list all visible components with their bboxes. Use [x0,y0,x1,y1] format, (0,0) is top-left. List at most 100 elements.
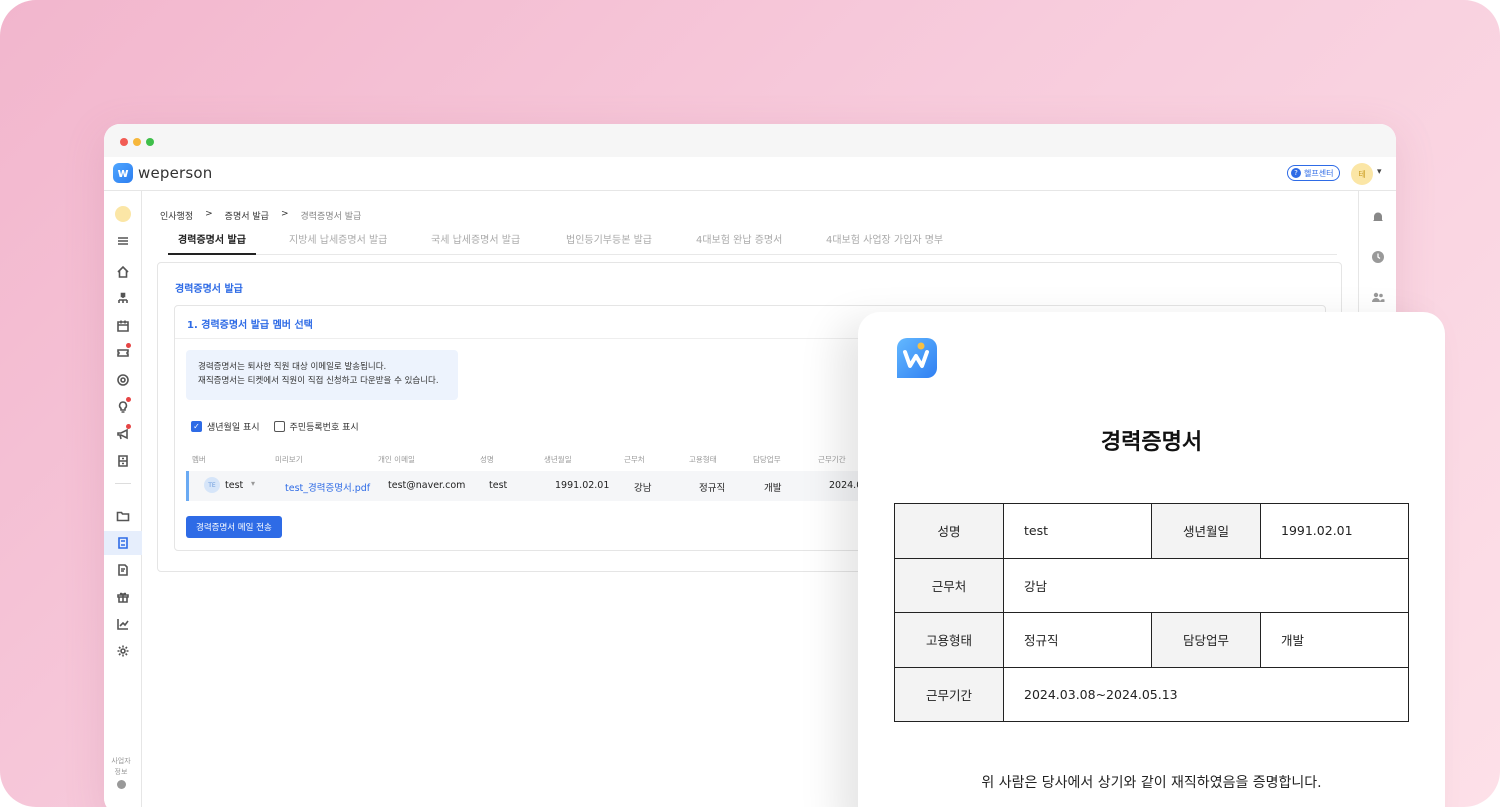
column-header: 근무기간 [818,455,846,464]
column-header: 담당업무 [753,455,781,464]
tab-career-certificate[interactable]: 경력증명서 발급 [168,231,256,255]
value-duty: 개발 [1260,612,1409,668]
checkbox-checked-icon: ✓ [191,421,202,432]
send-career-mail-button[interactable]: 경력증명서 메일 전송 [186,516,282,538]
calendar-clock-icon[interactable] [114,317,132,335]
value-name: test [1003,503,1152,559]
lightbulb-icon[interactable] [114,397,132,416]
target-icon[interactable] [114,371,132,389]
tab-national-tax-certificate[interactable]: 국세 납세증명서 발급 [431,231,520,255]
member-name: test [225,480,244,491]
column-header: 미리보기 [275,455,303,464]
chart-line-icon[interactable] [114,615,132,633]
table-row[interactable]: TE test ▾ test_경력증명서.pdf test@naver.com … [186,471,886,501]
sidebar-divider [115,483,131,484]
tab-insurance-member-list[interactable]: 4대보험 사업장 가입자 명부 [826,231,943,255]
certificate-title: 경력증명서 [1100,430,1203,455]
gift-icon[interactable] [114,588,132,606]
chevron-down-icon[interactable]: ▾ [251,479,255,488]
table-header: 멤버 미리보기 개인 이메일 성명 생년월일 근무처 고용형태 담당업무 근무기… [186,454,886,468]
tab-corporate-registry[interactable]: 법인등기부등본 발급 [566,231,652,255]
weperson-logo-icon [897,338,937,378]
question-icon: ? [1291,168,1301,178]
preview-pdf-link[interactable]: test_경력증명서.pdf [285,480,370,494]
column-header: 생년월일 [544,455,572,464]
business-info-label-1: 사업자 [111,757,131,765]
notification-dot [126,343,131,348]
bell-icon[interactable] [1371,209,1385,223]
value-employment: 정규직 [1003,612,1152,668]
employment-type: 정규직 [699,483,726,494]
tab-bar: 경력증명서 발급 지방세 납세증명서 발급 국세 납세증명서 발급 법인등기부등… [168,231,1337,255]
breadcrumb-item[interactable]: 인사행정 [160,209,193,222]
business-info-link[interactable]: 사업자 정보 [110,756,132,789]
breadcrumb-separator: > [205,209,213,219]
label-duty: 담당업무 [1151,612,1261,668]
value-workplace: 강남 [1003,557,1409,613]
column-header: 멤버 [192,455,206,464]
company-avatar-icon[interactable] [114,205,132,223]
career-certificate-preview: 경력증명서 성명 test 생년월일 1991.02.01 근무처 강남 고용형… [858,312,1445,807]
top-header: w weperson ? 헬프센터 테 ▾ [104,157,1396,191]
checkbox-empty-icon [273,421,285,432]
duty: 개발 [764,483,782,494]
panel-title: 경력증명서 발급 [175,284,243,295]
notification-dot [126,424,131,429]
logo-icon: w [113,163,133,183]
help-center-button[interactable]: ? 헬프센터 [1287,165,1341,181]
gear-icon[interactable] [114,642,132,660]
home-icon[interactable] [114,263,132,281]
label-workplace: 근무처 [894,557,1004,613]
window-titlebar [104,124,1396,157]
column-header: 성명 [480,455,494,464]
column-header: 고용형태 [689,455,717,464]
member-avatar: TE [204,477,220,493]
certificate-icon[interactable] [114,534,132,552]
checkbox-label: 생년월일 표시 [207,423,260,433]
notice-line: 경력증명서는 퇴사한 직원 대상 이메일로 발송됩니다. [198,362,387,372]
business-info-label-2: 정보 [114,768,128,776]
help-center-label: 헬프센터 [1304,168,1334,178]
org-chart-icon[interactable] [114,290,132,308]
document-edit-icon[interactable] [114,561,132,579]
tab-insurance-payment[interactable]: 4대보험 완납 증명서 [696,231,782,255]
maximize-window-button[interactable] [146,138,154,146]
users-icon[interactable] [1371,289,1385,303]
left-sidebar: 사업자 정보 [104,191,142,807]
minimize-window-button[interactable] [133,138,141,146]
notice-box: 경력증명서는 퇴사한 직원 대상 이메일로 발송됩니다. 재직증명서는 티켓에서… [186,350,458,400]
clock-icon[interactable] [1371,249,1385,263]
close-window-button[interactable] [120,138,128,146]
certificate-table: 성명 test 생년월일 1991.02.01 근무처 강남 고용형태 정규직 … [894,503,1409,722]
breadcrumb-item[interactable]: 증명서 발급 [225,209,269,222]
info-icon [116,780,126,789]
show-birthdate-checkbox[interactable]: ✓ 생년월일 표시 [191,420,260,433]
value-period: 2024.03.08~2024.05.13 [1003,666,1409,722]
menu-icon[interactable] [114,232,132,250]
checkbox-label: 주민등록번호 표시 [289,423,359,433]
breadcrumb-current: 경력증명서 발급 [300,212,362,222]
megaphone-icon[interactable] [114,424,132,443]
employee-name: test [489,480,508,491]
label-employment: 고용형태 [894,612,1004,668]
label-name: 성명 [894,503,1004,559]
background: w weperson ? 헬프센터 테 ▾ 사업자 정보 인사행정 > 증명서 … [0,0,1500,807]
notice-line: 재직증명서는 티켓에서 직원이 직접 신청하고 다운받을 수 있습니다. [198,376,439,386]
breadcrumb: 인사행정 > 증명서 발급 > 경력증명서 발급 [160,209,361,222]
ticket-icon[interactable] [114,343,132,362]
show-rrn-checkbox[interactable]: 주민등록번호 표시 [273,420,359,433]
value-birth: 1991.02.01 [1260,503,1409,559]
user-avatar[interactable]: 테 [1351,163,1373,185]
certificate-statement: 위 사람은 당사에서 상기와 같이 재직하였음을 증명합니다. [981,775,1322,791]
label-birth: 생년월일 [1151,503,1261,559]
birth-date: 1991.02.01 [555,480,610,491]
tab-local-tax-certificate[interactable]: 지방세 납세증명서 발급 [289,231,387,255]
display-options: ✓ 생년월일 표시 주민등록번호 표시 [191,420,359,433]
cabinet-icon[interactable] [114,452,132,470]
notification-dot [126,397,131,402]
folder-user-icon[interactable] [114,507,132,525]
brand-logo[interactable]: w weperson [113,163,213,183]
breadcrumb-separator: > [280,209,289,219]
brand-name: weperson [138,164,213,182]
chevron-down-icon[interactable]: ▾ [1377,167,1382,177]
